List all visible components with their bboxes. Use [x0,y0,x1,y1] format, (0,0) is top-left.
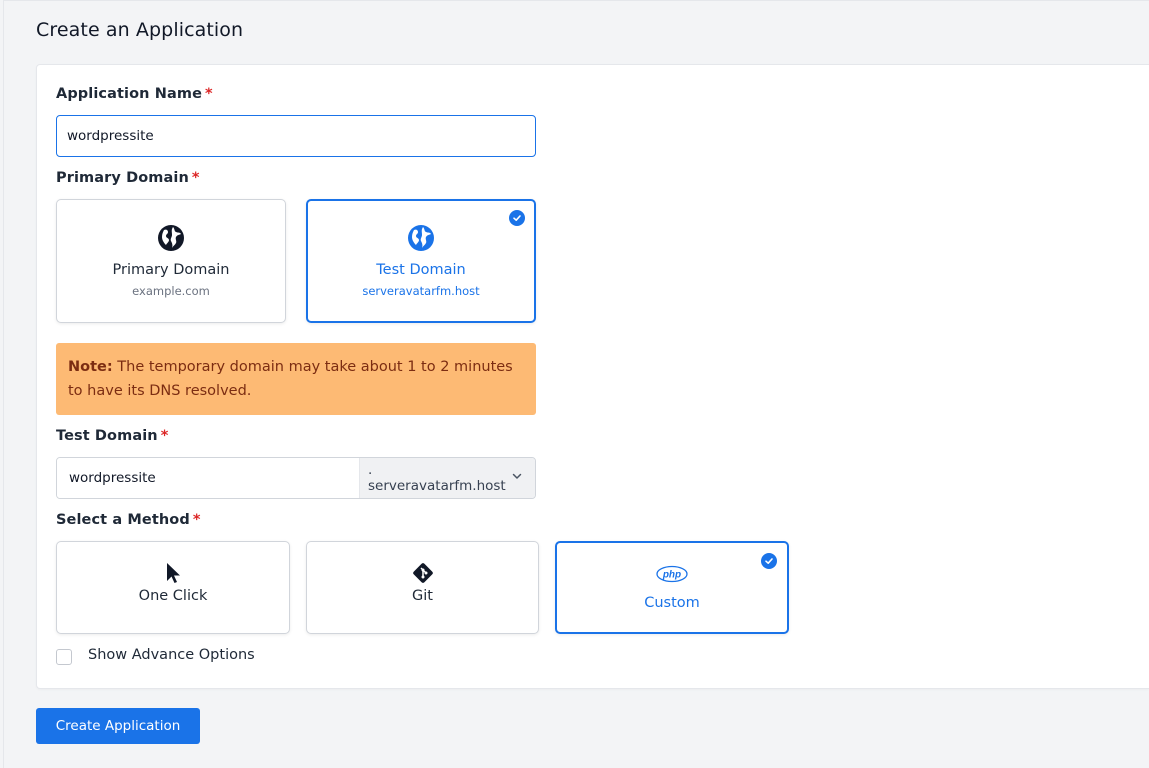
globe-icon [57,224,285,254]
primary-domain-option[interactable]: Primary Domain example.com [56,199,286,323]
app-name-input[interactable] [56,115,536,157]
required-marker: * [191,170,200,186]
globe-icon [308,224,534,254]
page-title: Create an Application [36,19,244,41]
option-title: Test Domain [376,262,466,278]
test-domain-field: . serveravatarfm.host [56,457,536,499]
primary-domain-label: Primary Domain * [56,170,200,186]
required-marker: * [192,512,201,528]
option-title: Git [412,588,433,604]
method-git-option[interactable]: Git [306,541,539,634]
php-icon: php [557,565,787,585]
method-one-click-option[interactable]: One Click [56,541,290,634]
required-marker: * [160,428,169,444]
option-title: Custom [644,595,700,611]
test-domain-label: Test Domain * [56,428,169,444]
method-label: Select a Method * [56,512,201,528]
check-circle-icon [509,210,525,226]
dns-note: Note: The temporary domain may take abou… [56,343,536,415]
cursor-icon [57,561,289,586]
method-custom-option[interactable]: php Custom [555,541,789,634]
test-domain-option[interactable]: Test Domain serveravatarfm.host [306,199,536,323]
required-marker: * [205,86,213,102]
option-subtitle: serveravatarfm.host [362,284,480,298]
create-application-button[interactable]: Create Application [36,708,200,744]
note-prefix: Note: [68,359,113,375]
app-name-label: Application Name * [56,86,213,102]
chevron-down-icon [511,470,523,486]
advance-options-checkbox[interactable] [56,649,72,665]
test-domain-input[interactable] [57,458,359,498]
svg-text:php: php [662,570,681,581]
advance-options-label[interactable]: Show Advance Options [88,647,255,663]
note-text: The temporary domain may take about 1 to… [68,359,513,399]
domain-suffix-value: . serveravatarfm.host [368,462,506,494]
option-title: Primary Domain [112,262,230,278]
option-title: One Click [138,588,208,604]
check-circle-icon [761,553,777,569]
domain-suffix-select[interactable]: . serveravatarfm.host [359,458,535,498]
git-icon [307,561,538,586]
option-subtitle: example.com [132,284,210,298]
top-divider [3,0,1149,1]
